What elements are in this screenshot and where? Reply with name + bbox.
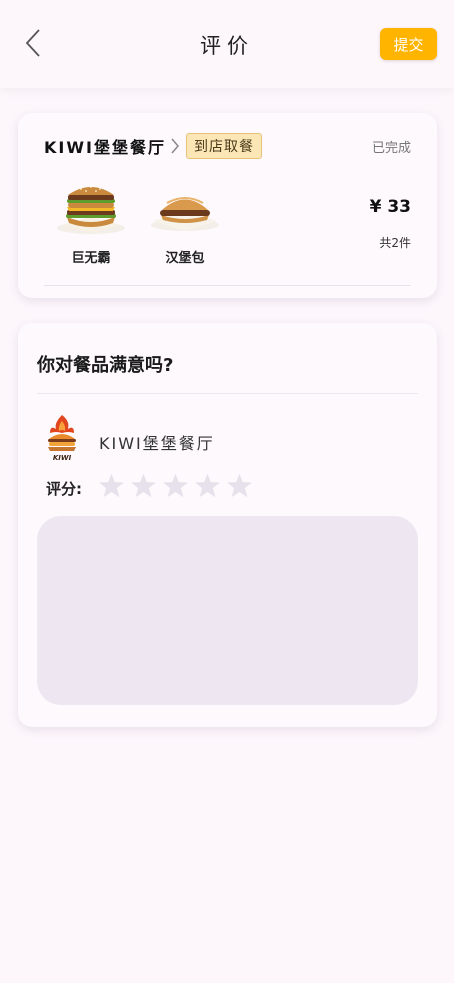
shop-row[interactable]: KIWI堡堡餐厅 到店取餐 xyxy=(44,133,262,159)
product-item: 汉堡包 xyxy=(145,181,225,266)
order-price: ¥ 33 xyxy=(369,197,411,217)
order-card[interactable]: KIWI堡堡餐厅 到店取餐 已完成 巨无霸 汉堡包 ¥ 33 共2件 xyxy=(18,113,437,298)
divider xyxy=(44,285,411,286)
svg-text:KIWI: KIWI xyxy=(53,454,72,462)
comment-textarea[interactable] xyxy=(37,516,418,705)
star-icon[interactable] xyxy=(226,472,253,499)
submit-button[interactable]: 提交 xyxy=(380,28,437,60)
product-item: 巨无霸 xyxy=(51,181,131,266)
divider xyxy=(37,393,418,394)
review-card: 你对餐品满意吗? KIWI KIWI堡堡餐厅 评分: xyxy=(18,323,437,727)
hamburger-image xyxy=(151,197,219,231)
star-icon[interactable] xyxy=(130,472,157,499)
product-name: 汉堡包 xyxy=(165,251,205,266)
order-status: 已完成 xyxy=(371,141,411,156)
product-name: 巨无霸 xyxy=(71,251,111,266)
star-icon[interactable] xyxy=(162,472,189,499)
review-shop-name: KIWI堡堡餐厅 xyxy=(99,434,215,453)
big-burger-image xyxy=(57,186,125,234)
rating-label: 评分: xyxy=(46,480,82,498)
chevron-right-icon xyxy=(170,137,182,155)
shop-logo: KIWI xyxy=(48,415,76,462)
star-rating[interactable] xyxy=(98,472,258,499)
shop-name: KIWI堡堡餐厅 xyxy=(44,138,166,157)
top-bar: 评价 提交 xyxy=(0,0,454,88)
star-icon[interactable] xyxy=(98,472,125,499)
order-count: 共2件 xyxy=(379,236,411,250)
star-icon[interactable] xyxy=(194,472,221,499)
review-question: 你对餐品满意吗? xyxy=(37,355,174,376)
pickup-tag: 到店取餐 xyxy=(185,133,262,159)
